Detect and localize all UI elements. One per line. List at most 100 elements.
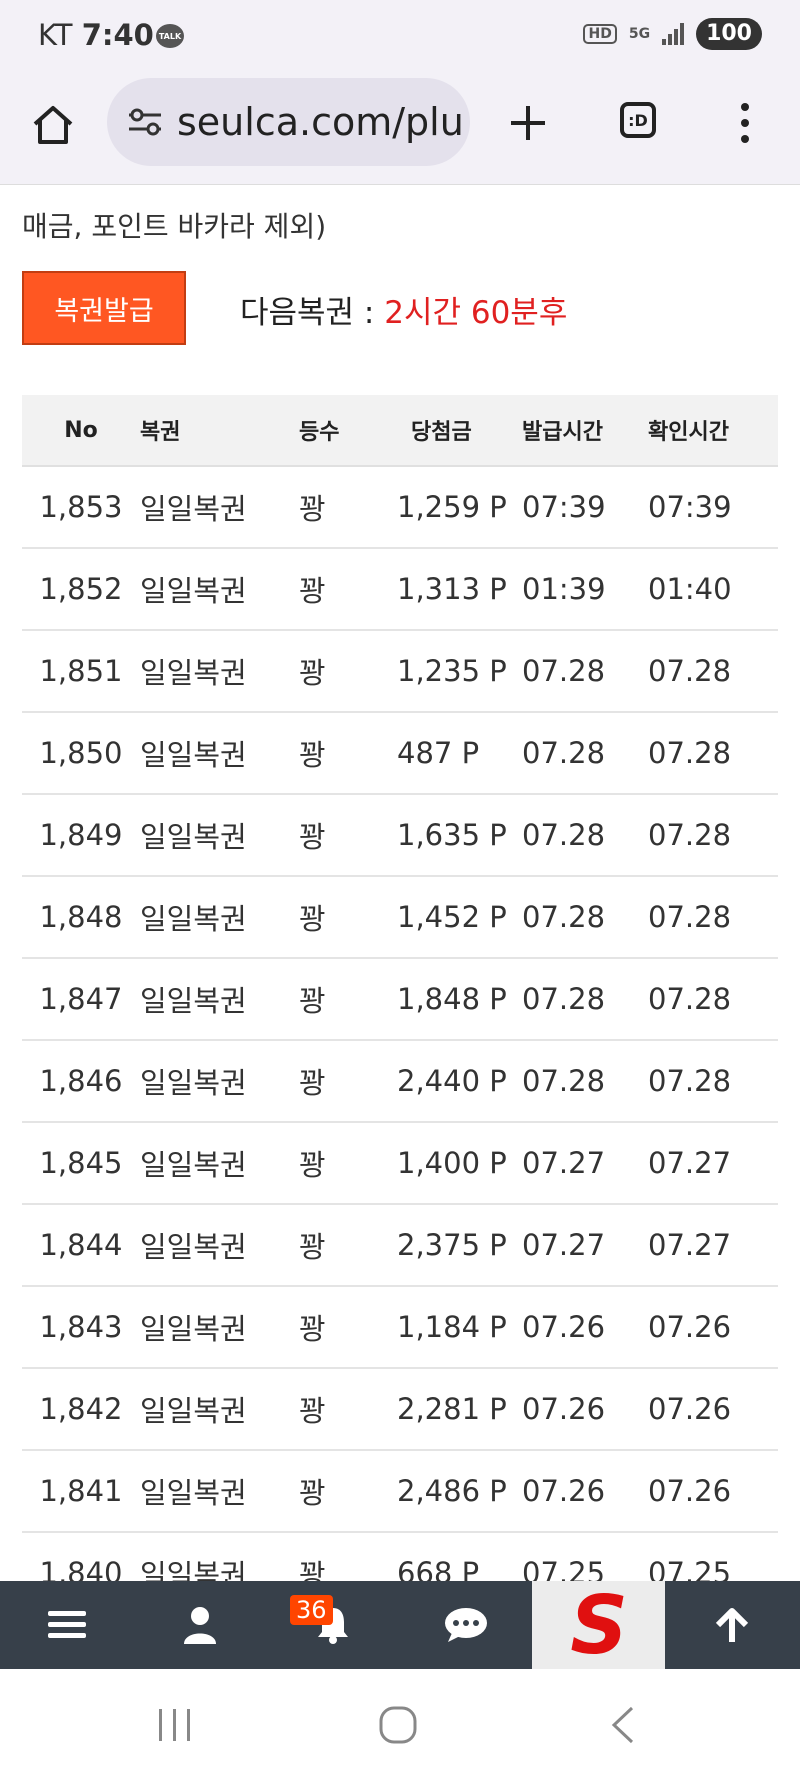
cell-prize: 2,281 P [397,1392,507,1426]
site-settings-icon[interactable] [127,106,163,138]
cell-prize: 1,184 P [397,1310,507,1344]
cell-issue-time: 07.28 [522,736,606,770]
signal-icon [662,23,685,45]
header-check-time: 확인시간 [648,420,729,445]
cell-check-time: 01:40 [648,572,732,606]
cell-check-time: 07.27 [648,1146,732,1180]
cell-issue-time: 07.28 [522,1064,606,1098]
lottery-history-table: No 복권 등수 당첨금 발급시간 확인시간 1,853 일일복권 꽝 1,259 P… [22,395,778,1615]
more-menu-icon[interactable] [735,102,755,144]
status-bar: KT 7:40 TALK HD 5G 100 [0,0,800,74]
table-row: 1,852 일일복권 꽝 1,313 P 01:39 01:40 [22,549,778,631]
scroll-top-button[interactable] [665,1581,798,1669]
cell-lottery: 일일복권 [140,1148,247,1182]
profile-button[interactable] [133,1581,266,1669]
cell-issue-time: 07.26 [522,1310,606,1344]
cell-rank: 꽝 [299,1066,326,1100]
new-tab-icon[interactable] [505,100,551,146]
cell-rank: 꽝 [299,1394,326,1428]
table-header: No 복권 등수 당첨금 발급시간 확인시간 [22,395,778,467]
cell-lottery: 일일복권 [140,492,247,526]
cell-check-time: 07.28 [648,982,732,1016]
next-lottery-label: 다음복권 : [240,295,385,331]
cell-prize: 1,313 P [397,572,507,606]
cell-prize: 1,848 P [397,982,507,1016]
cell-prize: 2,486 P [397,1474,507,1508]
cell-lottery: 일일복권 [140,1066,247,1100]
cell-no: 1,845 [39,1146,123,1180]
cell-rank: 꽝 [299,574,326,608]
cell-check-time: 07.28 [648,736,732,770]
cell-no: 1,842 [39,1392,123,1426]
cell-no: 1,841 [39,1474,123,1508]
tab-switcher-label: :D [628,110,648,130]
browser-toolbar: seulca.com/plu :D [0,74,800,185]
notification-count-badge: 36 [290,1595,333,1625]
recent-apps-icon[interactable] [155,1707,195,1743]
notifications-button[interactable] [266,1581,399,1669]
cell-check-time: 07.28 [648,654,732,688]
table-row: 1,853 일일복권 꽝 1,259 P 07:39 07:39 [22,467,778,549]
carrier-label: KT [38,18,73,52]
system-icons: HD 5G 100 [583,18,762,50]
url-text[interactable]: seulca.com/plu [177,100,467,144]
back-nav-icon[interactable] [608,1705,636,1745]
logo-letter: S [570,1587,628,1663]
cell-issue-time: 07:39 [522,490,606,524]
cell-no: 1,848 [39,900,123,934]
table-row: 1,847 일일복권 꽝 1,848 P 07.28 07.28 [22,959,778,1041]
cell-rank: 꽝 [299,1476,326,1510]
battery-icon: 100 [696,18,762,50]
home-icon[interactable] [30,102,76,148]
cell-lottery: 일일복권 [140,820,247,854]
cell-issue-time: 07.27 [522,1146,606,1180]
talk-badge-text: TALK [158,31,182,41]
table-row: 1,842 일일복권 꽝 2,281 P 07.26 07.26 [22,1369,778,1451]
cell-issue-time: 07.28 [522,818,606,852]
cell-no: 1,853 [39,490,123,524]
kakaotalk-icon: TALK [156,24,184,48]
table-row: 1,843 일일복권 꽝 1,184 P 07.26 07.26 [22,1287,778,1369]
cell-prize: 1,452 P [397,900,507,934]
cell-no: 1,851 [39,654,123,688]
cell-prize: 2,440 P [397,1064,507,1098]
header-issue-time: 발급시간 [522,420,603,445]
site-logo-icon: S [570,1587,628,1663]
cell-rank: 꽝 [299,1148,326,1182]
address-bar[interactable]: seulca.com/plu [107,78,470,166]
cell-lottery: 일일복권 [140,656,247,690]
header-prize: 당첨금 [411,420,472,445]
cell-check-time: 07.28 [648,1064,732,1098]
table-row: 1,841 일일복권 꽝 2,486 P 07.26 07.26 [22,1451,778,1533]
home-nav-icon[interactable] [378,1705,418,1745]
cell-check-time: 07.26 [648,1310,732,1344]
cell-rank: 꽝 [299,1312,326,1346]
cell-issue-time: 07.28 [522,900,606,934]
site-logo-button[interactable]: S [532,1581,665,1669]
menu-button[interactable] [0,1581,133,1669]
table-row: 1,846 일일복권 꽝 2,440 P 07.28 07.28 [22,1041,778,1123]
cell-issue-time: 07.27 [522,1228,606,1262]
cell-lottery: 일일복권 [140,1394,247,1428]
cell-prize: 1,400 P [397,1146,507,1180]
cell-rank: 꽝 [299,902,326,936]
cell-prize: 1,235 P [397,654,507,688]
cell-no: 1,843 [39,1310,123,1344]
cell-check-time: 07.26 [648,1392,732,1426]
next-lottery-time: 2시간 60분후 [384,295,568,331]
cell-check-time: 07.28 [648,818,732,852]
next-lottery-info: 다음복권 : 2시간 60분후 [240,287,567,332]
cell-lottery: 일일복권 [140,1312,247,1346]
tab-switcher-icon[interactable]: :D [620,102,656,138]
issue-lottery-button[interactable]: 복권발급 [22,271,186,345]
chat-button[interactable] [399,1581,532,1669]
cell-check-time: 07.27 [648,1228,732,1262]
notice-text: 매금, 포인트 바카라 제외) [22,210,327,243]
cell-rank: 꽝 [299,492,326,526]
cell-prize: 487 P [397,736,480,770]
cell-no: 1,850 [39,736,123,770]
header-rank: 등수 [299,420,340,445]
table-row: 1,845 일일복권 꽝 1,400 P 07.27 07.27 [22,1123,778,1205]
cell-issue-time: 07.28 [522,654,606,688]
cell-prize: 1,259 P [397,490,507,524]
